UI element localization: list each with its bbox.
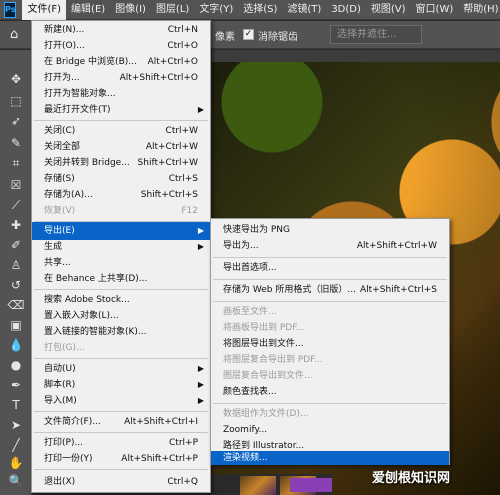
- menu-separator: [213, 279, 447, 280]
- anti-alias-checkbox[interactable]: ✓: [243, 29, 254, 40]
- submenu-arrow-icon: ▶: [197, 105, 204, 114]
- gradient-tool-icon[interactable]: ▣: [7, 316, 25, 334]
- menu-filter[interactable]: 滤镜(T): [282, 0, 326, 20]
- frame-tool-icon[interactable]: ☒: [7, 176, 25, 194]
- export-submenu: 快速导出为 PNG 导出为... Alt+Shift+Ctrl+W 导出首选项..…: [210, 218, 450, 465]
- menu-file[interactable]: 文件(F): [22, 0, 67, 20]
- menu-item-package[interactable]: 打包(G)...: [32, 339, 210, 357]
- eraser-tool-icon[interactable]: ⌫: [7, 296, 25, 314]
- file-menu: 新建(N)... Ctrl+N 打开(O)... Ctrl+O 在 Bridge 中…: [31, 20, 211, 493]
- menu-3d[interactable]: 3D(D): [326, 0, 366, 20]
- menu-item-export-preferences[interactable]: 导出首选项...: [211, 259, 449, 277]
- menu-separator: [34, 411, 208, 412]
- thumbnail[interactable]: [240, 476, 276, 495]
- menu-type[interactable]: 文字(Y): [194, 0, 238, 20]
- hand-tool-icon[interactable]: ✋: [7, 454, 25, 472]
- crop-tool-icon[interactable]: ⌗: [7, 154, 25, 172]
- clone-stamp-tool-icon[interactable]: ♙: [7, 256, 25, 274]
- pen-tool-icon[interactable]: ✒: [7, 376, 25, 394]
- menu-separator: [34, 469, 208, 470]
- home-icon[interactable]: ⌂: [10, 27, 26, 43]
- menu-separator: [213, 301, 447, 302]
- menu-item-share-behance[interactable]: 在 Behance 上共享(D)...: [32, 270, 210, 288]
- menu-image[interactable]: 图像(I): [110, 0, 151, 20]
- menu-bar: Ps 文件(F) 编辑(E) 图像(I) 图层(L) 文字(Y) 选择(S) 滤…: [0, 0, 500, 20]
- menu-edit[interactable]: 编辑(E): [66, 0, 110, 20]
- submenu-arrow-icon: ▶: [197, 396, 204, 405]
- menu-item-print-one-copy[interactable]: 打印一份(Y) Alt+Shift+Ctrl+P: [32, 450, 210, 468]
- menu-item-render-video[interactable]: 渲染视频...: [211, 451, 449, 465]
- menu-item-file-info[interactable]: 文件简介(F)... Alt+Shift+Ctrl+I: [32, 413, 210, 431]
- pixel-label: 像素: [215, 32, 235, 43]
- document-tab-strip: [212, 50, 500, 62]
- menu-view[interactable]: 视图(V): [366, 0, 411, 20]
- brush-tool-icon[interactable]: ✐: [7, 236, 25, 254]
- menu-item-save-for-web[interactable]: 存储为 Web 所用格式（旧版）... Alt+Shift+Ctrl+S: [211, 281, 449, 299]
- menu-item-export-as[interactable]: 导出为... Alt+Shift+Ctrl+W: [211, 237, 449, 255]
- blur-tool-icon[interactable]: 💧: [7, 336, 25, 354]
- menu-separator: [34, 358, 208, 359]
- menu-item-exit[interactable]: 退出(X) Ctrl+Q: [32, 473, 210, 491]
- history-brush-tool-icon[interactable]: ↺: [7, 276, 25, 294]
- anti-alias-label: 消除锯齿: [258, 32, 298, 43]
- watermark: 爱刨根知识网: [372, 471, 451, 486]
- photoshop-logo: Ps: [4, 1, 17, 18]
- menu-select[interactable]: 选择(S): [238, 0, 282, 20]
- menu-separator: [34, 289, 208, 290]
- eyedropper-tool-icon[interactable]: ⟋: [7, 196, 25, 214]
- menu-layer[interactable]: 图层(L): [151, 0, 194, 20]
- menu-separator: [34, 120, 208, 121]
- healing-brush-tool-icon[interactable]: ✚: [7, 216, 25, 234]
- menu-item-color-lookup-tables[interactable]: 颜色查找表...: [211, 383, 449, 401]
- dodge-tool-icon[interactable]: ●: [7, 356, 25, 374]
- menu-item-recent[interactable]: 最近打开文件(T) ▶: [32, 101, 210, 119]
- select-and-mask-button[interactable]: 选择并遮住...: [330, 25, 422, 44]
- menu-separator: [213, 403, 447, 404]
- marquee-tool-icon[interactable]: ⬚: [7, 92, 25, 110]
- menu-help[interactable]: 帮助(H): [458, 0, 500, 20]
- tools-panel: ✥ ⬚ ➶ ✎ ⌗ ☒ ⟋ ✚ ✐ ♙ ↺ ⌫ ▣ 💧 ● ✒ T ➤ ╱ ✋ …: [0, 50, 32, 495]
- menu-window[interactable]: 窗口(W): [411, 0, 459, 20]
- menu-item-import[interactable]: 导入(M) ▶: [32, 392, 210, 410]
- lasso-tool-icon[interactable]: ➶: [7, 112, 25, 130]
- timeline-clip[interactable]: [290, 478, 332, 492]
- path-selection-tool-icon[interactable]: ➤: [7, 416, 25, 434]
- move-tool-icon[interactable]: ✥: [7, 70, 25, 88]
- menu-item-revert[interactable]: 恢复(V) F12: [32, 202, 210, 220]
- menu-separator: [34, 432, 208, 433]
- type-tool-icon[interactable]: T: [7, 396, 25, 414]
- quick-select-tool-icon[interactable]: ✎: [7, 134, 25, 152]
- line-tool-icon[interactable]: ╱: [7, 436, 25, 454]
- menu-separator: [213, 257, 447, 258]
- zoom-tool-icon[interactable]: 🔍: [7, 472, 25, 490]
